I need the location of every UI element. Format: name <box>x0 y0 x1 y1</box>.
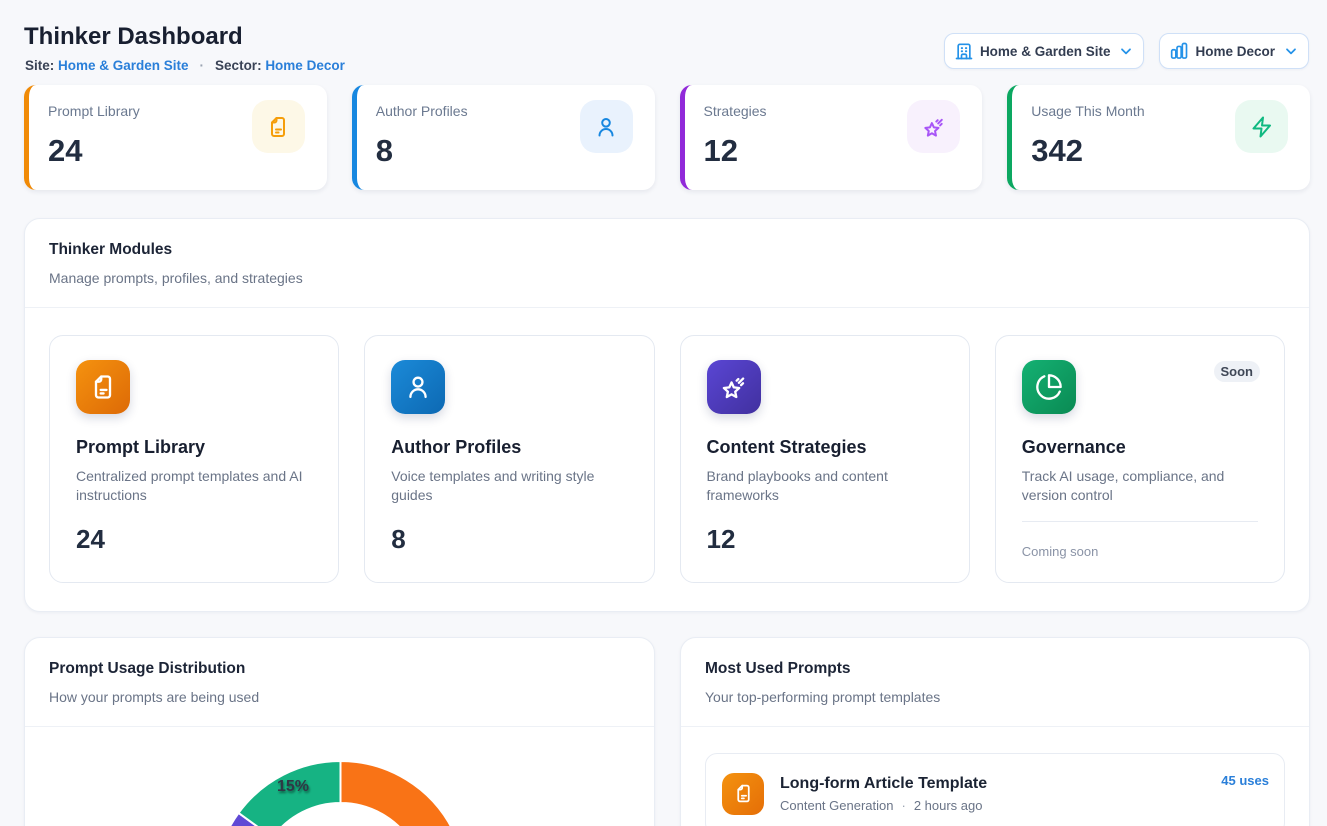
svg-text:15%: 15% <box>277 778 309 795</box>
